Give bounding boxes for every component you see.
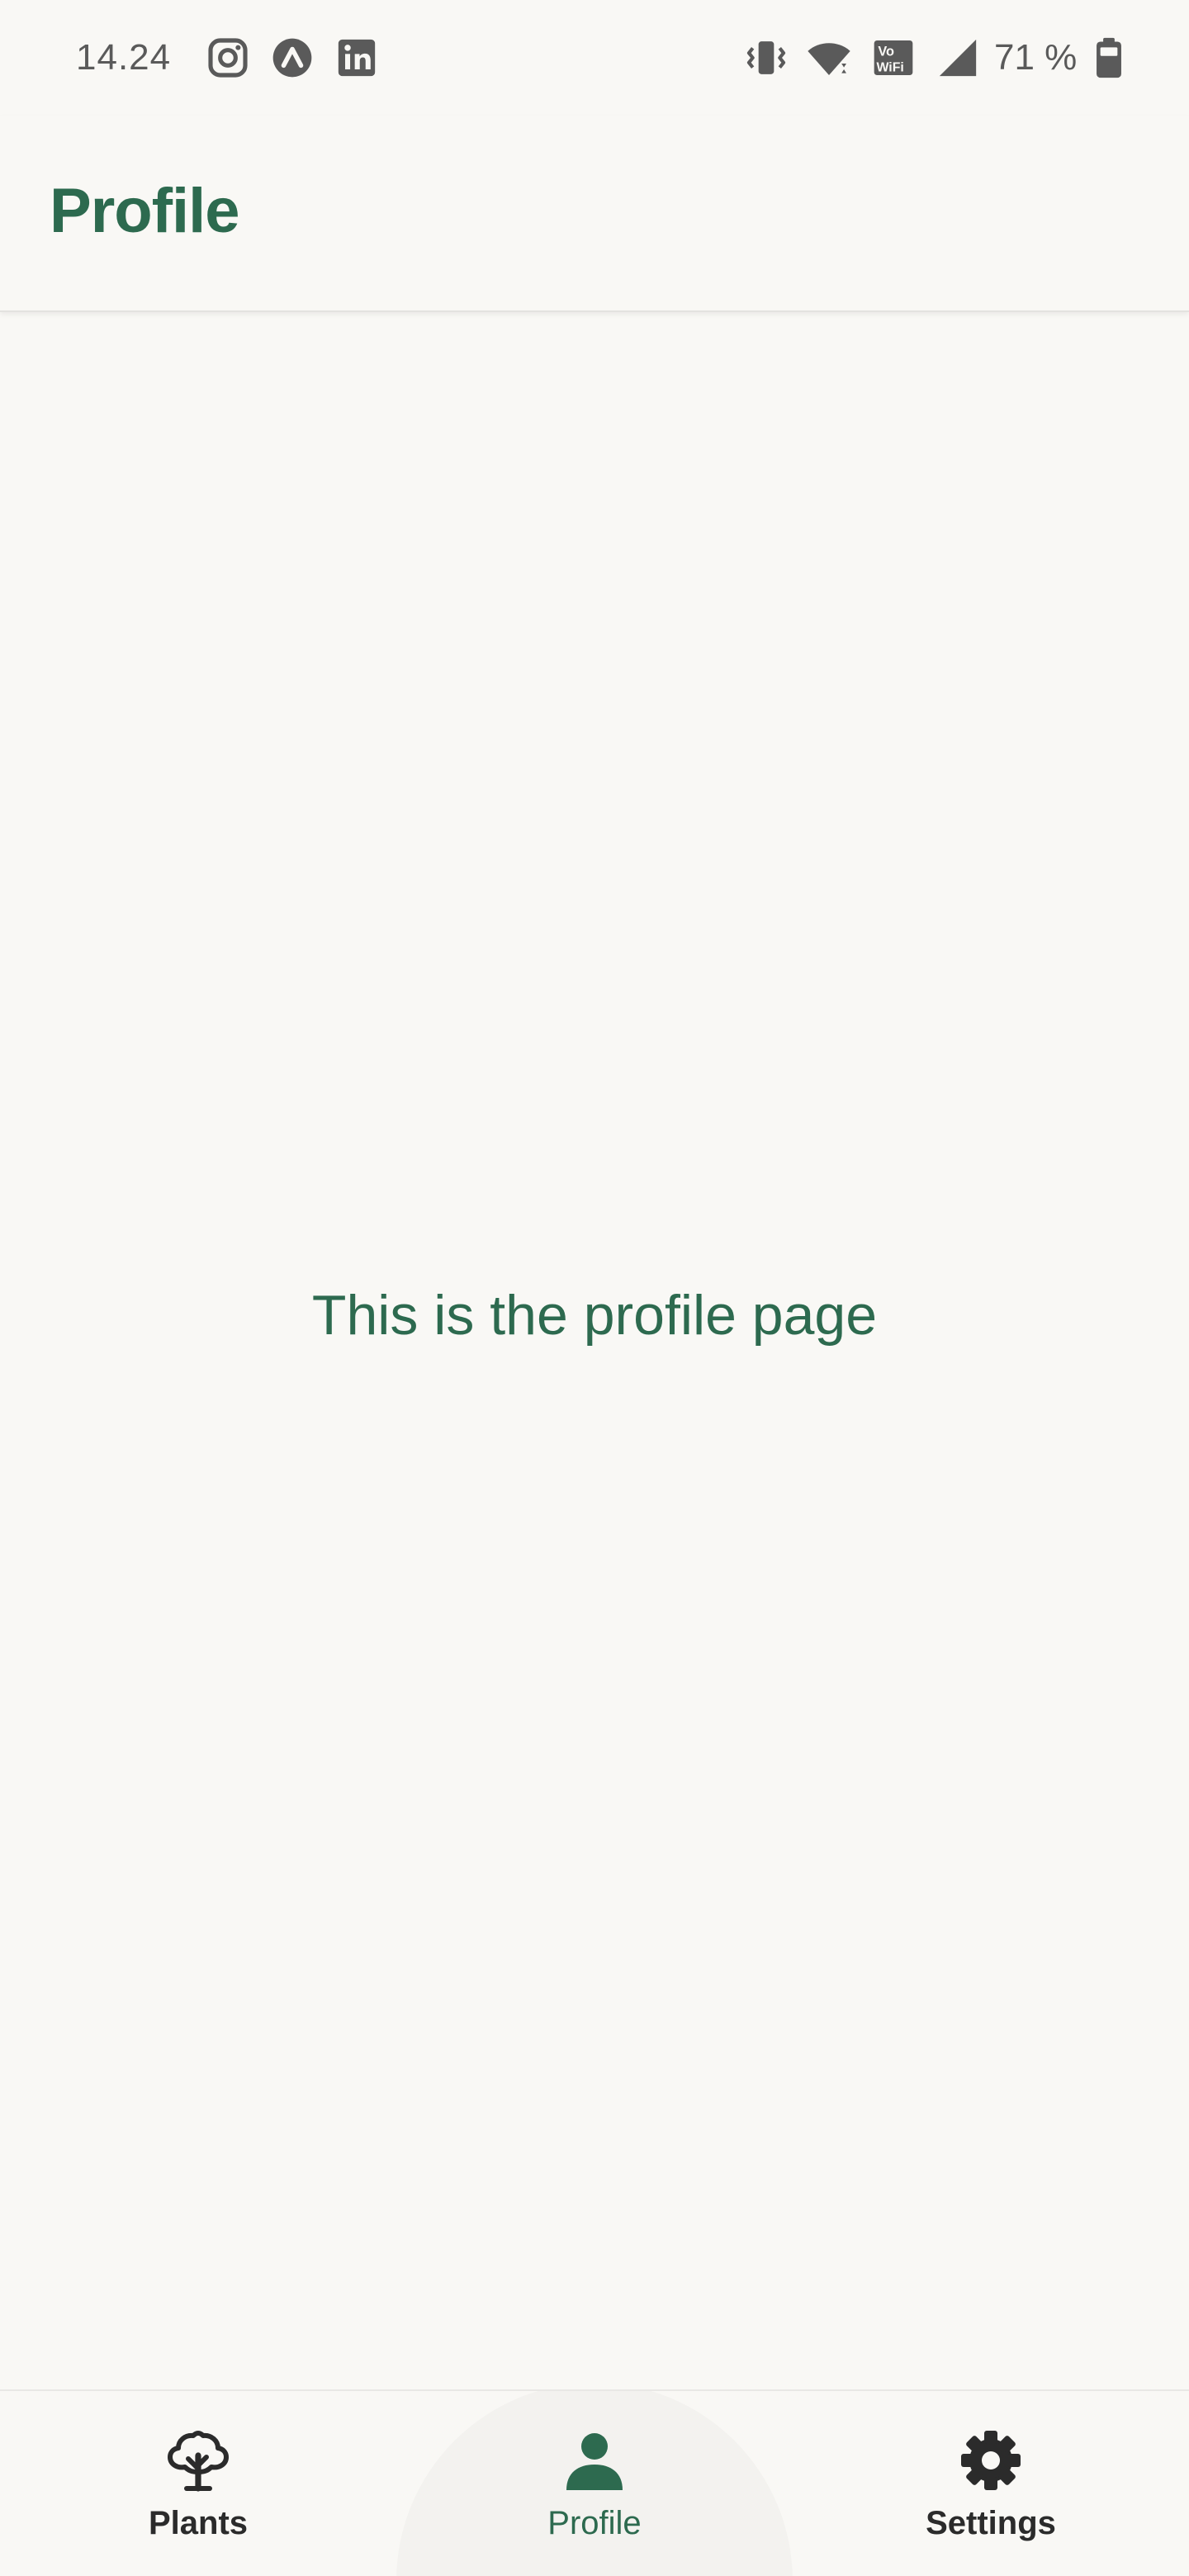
app-bar: Profile [0,116,1189,312]
nav-item-settings[interactable]: Settings [793,2391,1189,2576]
instagram-icon [205,33,251,83]
nav-label-profile: Profile [547,2505,642,2541]
battery-percent: 71 % [994,37,1078,78]
battery-icon [1090,33,1128,83]
cell-signal-icon [935,33,981,83]
svg-text:WiFi: WiFi [876,60,903,74]
wifi-icon [806,33,852,83]
nav-item-plants[interactable]: Plants [0,2391,396,2576]
expo-icon [269,33,315,83]
linkedin-icon [334,33,380,83]
vowifi-icon: Vo WiFi [870,33,917,83]
svg-text:Vo: Vo [878,45,894,59]
bottom-navigation: Plants Profile Settings [0,2389,1189,2576]
nav-item-profile[interactable]: Profile [396,2391,793,2576]
nav-label-settings: Settings [926,2505,1056,2541]
nav-label-plants: Plants [148,2505,249,2541]
status-time: 14.24 [76,37,172,78]
vibrate-icon [743,33,789,83]
tree-icon [165,2427,231,2493]
main-content: This is the profile page [0,312,1189,2389]
app-screen: 14.24 Vo WiFi 71 % Profile This is the p… [0,0,1189,2576]
page-title: Profile [50,176,239,246]
person-icon [561,2427,628,2493]
gear-icon [958,2427,1024,2493]
profile-message: This is the profile page [311,1284,878,1347]
status-bar: 14.24 Vo WiFi 71 % [0,0,1189,116]
